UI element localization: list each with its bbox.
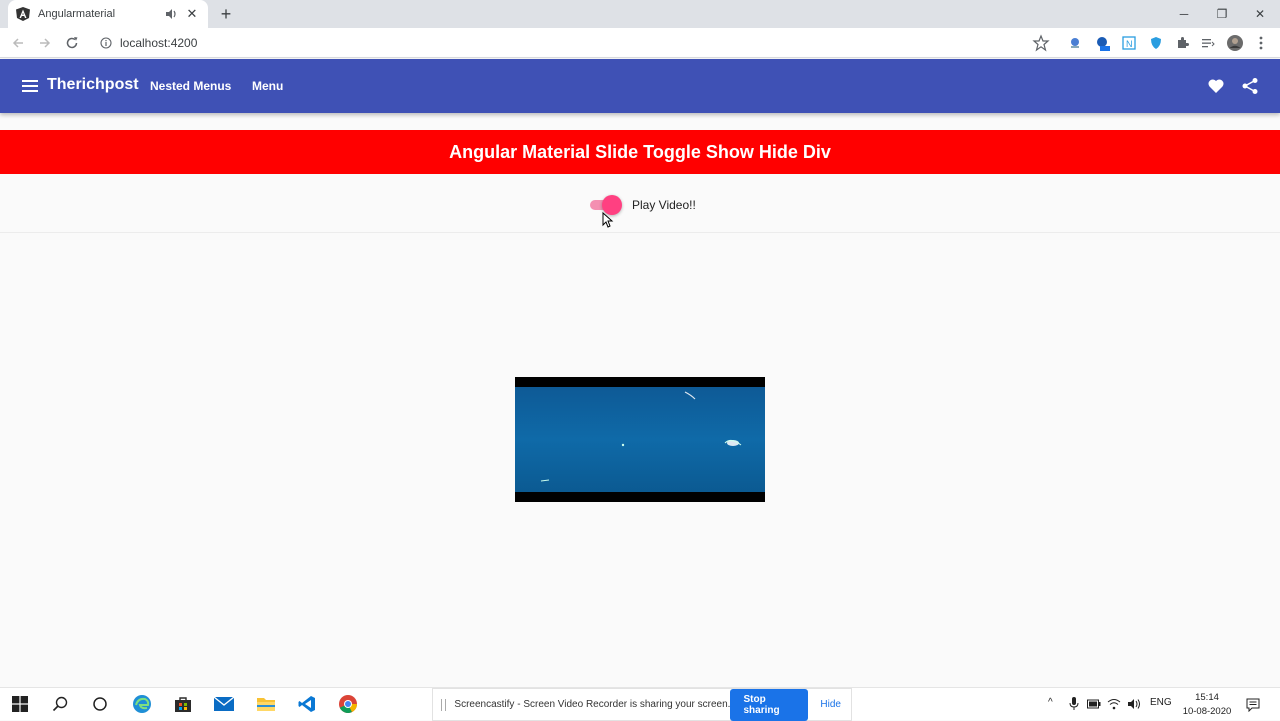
browser-tab-strip: Angularmaterial ✕ + ─ ❐ ✕ — [0, 0, 1280, 28]
menu-icon[interactable] — [21, 77, 39, 95]
heart-icon[interactable] — [1207, 77, 1225, 95]
language-indicator[interactable]: ENG — [1150, 697, 1172, 708]
chrome-icon[interactable] — [338, 694, 358, 714]
search-icon[interactable] — [50, 694, 70, 714]
more-menu-icon[interactable] — [1252, 34, 1270, 52]
info-icon[interactable] — [100, 37, 112, 49]
angular-icon — [16, 7, 30, 21]
system-clock[interactable]: 15:14 10-08-2020 — [1176, 691, 1238, 719]
extension-n-icon[interactable]: N — [1120, 34, 1138, 52]
cortana-icon[interactable] — [90, 694, 110, 714]
page-header: Angular Material Slide Toggle Show Hide … — [0, 130, 1280, 174]
reload-icon[interactable] — [62, 33, 82, 53]
video-frame — [515, 387, 765, 492]
browser-tab[interactable]: Angularmaterial ✕ — [8, 0, 208, 28]
windows-start-icon[interactable] — [10, 694, 30, 714]
windows-taskbar: Screencastify - Screen Video Recorder is… — [0, 687, 1280, 721]
hide-link[interactable]: Hide — [820, 699, 841, 710]
shield-icon[interactable] — [1147, 34, 1165, 52]
profile-avatar[interactable] — [1226, 34, 1244, 52]
tab-title: Angularmaterial — [38, 8, 116, 20]
back-icon[interactable] — [8, 33, 28, 53]
minimize-icon[interactable]: ─ — [1164, 0, 1204, 28]
close-window-icon[interactable]: ✕ — [1240, 0, 1280, 28]
forward-icon[interactable] — [35, 33, 55, 53]
restore-icon[interactable]: ❐ — [1202, 0, 1242, 28]
mouse-cursor-icon — [602, 212, 614, 228]
drag-handle-icon[interactable] — [441, 698, 447, 711]
edge-icon[interactable] — [132, 694, 152, 714]
browser-toolbar: localhost:4200 N — [0, 28, 1280, 58]
microphone-icon[interactable] — [1066, 696, 1082, 712]
puzzle-icon[interactable] — [1173, 34, 1191, 52]
nav-menu[interactable]: Menu — [252, 79, 283, 93]
volume-icon[interactable] — [1126, 696, 1142, 712]
page-title: Angular Material Slide Toggle Show Hide … — [449, 141, 831, 162]
clock-date: 10-08-2020 — [1182, 706, 1232, 717]
file-explorer-icon[interactable] — [256, 694, 276, 714]
section-divider — [0, 232, 1280, 233]
extension-icon[interactable] — [1066, 34, 1084, 52]
svg-text:N: N — [1126, 39, 1133, 49]
toggle-track[interactable] — [590, 195, 622, 215]
store-icon[interactable] — [173, 694, 193, 714]
clock-time: 15:14 — [1195, 692, 1219, 703]
speaker-icon[interactable] — [164, 7, 178, 21]
app-toolbar: Therichpost Nested Menus Menu — [0, 59, 1280, 113]
url-text: localhost:4200 — [120, 36, 198, 50]
chevron-up-icon[interactable]: ^ — [1048, 697, 1053, 708]
share-message: Screencastify - Screen Video Recorder is… — [454, 699, 731, 710]
tab-close-icon[interactable]: ✕ — [184, 6, 200, 22]
brand-title[interactable]: Therichpost — [47, 76, 139, 94]
bookmark-star-icon[interactable] — [1032, 34, 1050, 52]
mail-icon[interactable] — [214, 694, 234, 714]
address-bar[interactable]: localhost:4200 — [92, 30, 1062, 56]
share-icon[interactable] — [1241, 77, 1259, 95]
reading-list-icon[interactable] — [1199, 34, 1217, 52]
nav-nested-menus[interactable]: Nested Menus — [150, 79, 231, 93]
notification-icon[interactable] — [1243, 695, 1263, 715]
toggle-label[interactable]: Play Video!! — [632, 198, 696, 212]
extension-na-icon[interactable] — [1093, 34, 1111, 52]
screen-share-bar: Screencastify - Screen Video Recorder is… — [432, 688, 852, 721]
vscode-icon[interactable] — [297, 694, 317, 714]
stop-sharing-button[interactable]: Stop sharing — [730, 688, 809, 721]
new-tab-icon[interactable]: + — [216, 4, 236, 24]
video-player[interactable] — [515, 377, 765, 502]
video-content — [540, 391, 742, 482]
battery-icon[interactable] — [1086, 696, 1102, 712]
wifi-icon[interactable] — [1106, 696, 1122, 712]
